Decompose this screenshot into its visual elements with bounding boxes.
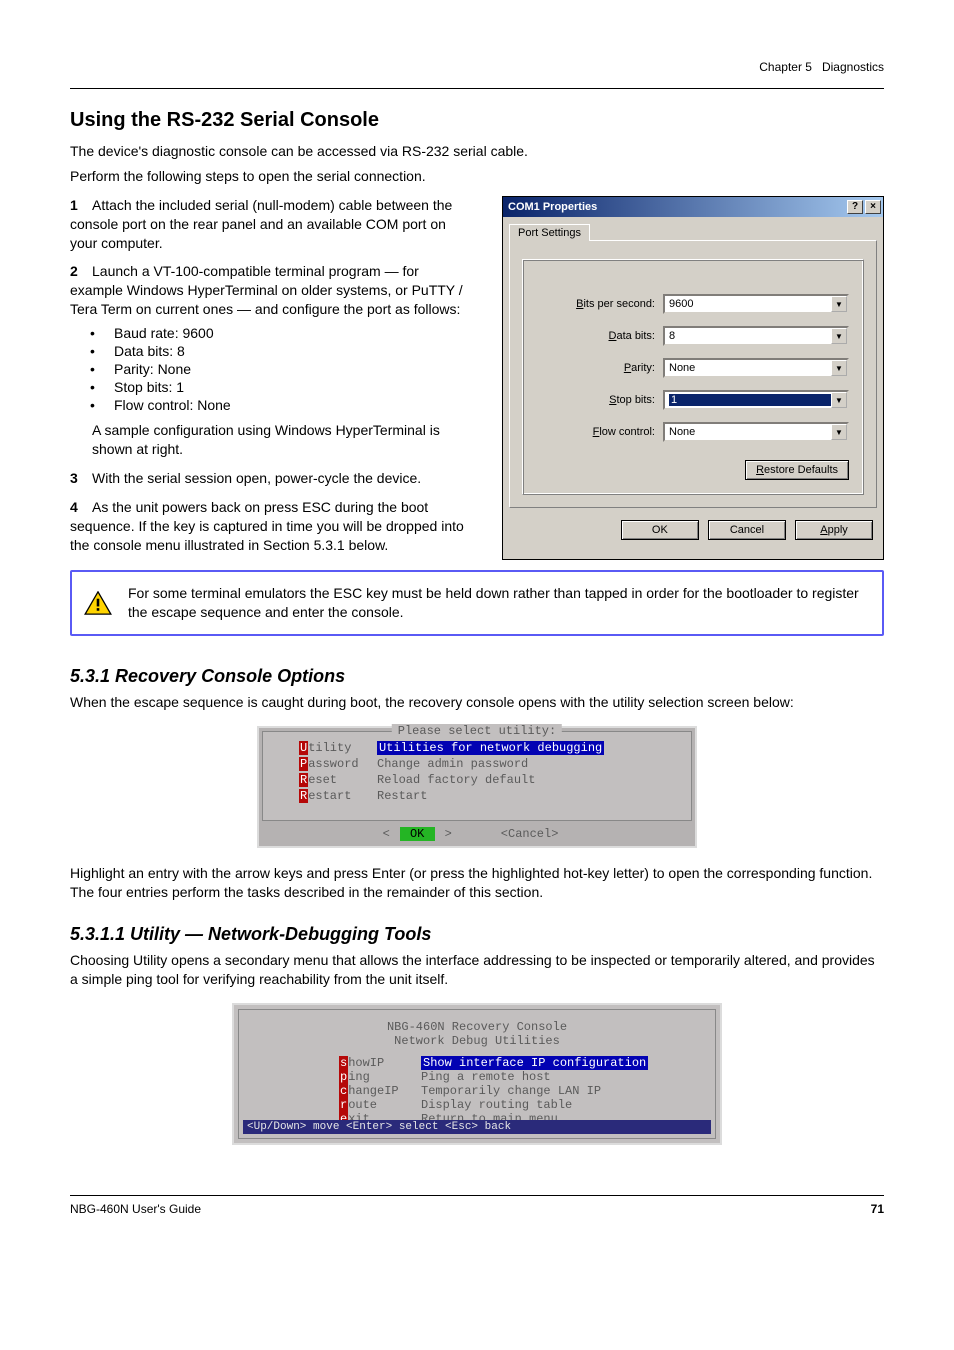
network-utility-screenshot: NBG-460N Recovery Console Network Debug … [232,1003,722,1145]
step-4: As the unit powers back on press ESC dur… [70,499,464,553]
chevron-down-icon[interactable]: ▼ [831,328,847,344]
term2-menu-item[interactable]: showIPShow interface IP configuration [339,1056,711,1070]
intro-2: Perform the following steps to open the … [70,167,884,186]
term-menu-item[interactable]: PasswordChange admin password [269,756,685,772]
apply-button[interactable]: Apply [795,520,873,540]
stopbits-label: Stop bits: [537,394,655,406]
databits-select[interactable]: 8 ▼ [663,326,849,346]
intro-1: The device's diagnostic console can be a… [70,142,884,161]
subsection-1-para: When the escape sequence is caught durin… [70,693,884,712]
chevron-down-icon[interactable]: ▼ [831,360,847,376]
chapter-label: Chapter 5 [759,60,812,74]
term2-title-1: NBG-460N Recovery Console [243,1020,711,1034]
chevron-down-icon[interactable]: ▼ [831,392,847,408]
com-properties-dialog: COM1 Properties ? × Port Settings Bits p… [502,196,884,561]
chapter-title: Diagnostics [822,60,884,74]
term-cancel-button[interactable]: <Cancel> [498,827,562,841]
chevron-down-icon[interactable]: ▼ [831,424,847,440]
baud-select[interactable]: 9600 ▼ [663,294,849,314]
databits-value: 8 [669,330,675,342]
parity-select[interactable]: None ▼ [663,358,849,378]
callout-text: For some terminal emulators the ESC key … [128,585,859,620]
dialog-title: COM1 Properties [508,201,845,213]
footer-left: NBG-460N User's Guide [70,1202,201,1216]
tab-port-settings[interactable]: Port Settings [509,224,590,241]
term2-title-2: Network Debug Utilities [243,1034,711,1048]
divider [70,88,884,89]
bullet-baud: Baud rate: 9600 [114,325,214,341]
after-term1-para: Highlight an entry with the arrow keys a… [70,864,884,902]
parity-value: None [669,362,695,374]
chevron-down-icon[interactable]: ▼ [831,296,847,312]
databits-label: Data bits: [537,330,655,342]
dialog-titlebar[interactable]: COM1 Properties ? × [503,197,883,217]
port-settings-group: Bits per second: 9600 ▼ Data bits: 8 ▼ P… [522,259,864,495]
cancel-button[interactable]: Cancel [708,520,786,540]
baud-label: Bits per second: [537,298,655,310]
step-1: Attach the included serial (null-modem) … [70,197,452,251]
flow-value: None [669,426,695,438]
term-menu-item[interactable]: RestartRestart [269,788,685,804]
stopbits-value: 1 [669,394,843,406]
subsection-2-title: 5.3.1.1 Utility — Network-Debugging Tool… [70,924,884,945]
ok-button[interactable]: OK [621,520,699,540]
subsection-2-para: Choosing Utility opens a secondary menu … [70,951,884,989]
term-menu-item[interactable]: UtilityUtilities for network debugging [269,740,685,756]
flow-label: Flow control: [537,426,655,438]
restore-defaults-button[interactable]: Restore Defaults [745,460,849,480]
bullet-parity: Parity: None [114,361,191,377]
subsection-1-title: 5.3.1 Recovery Console Options [70,666,884,687]
note-callout: For some terminal emulators the ESC key … [70,570,884,636]
section-title: Using the RS-232 Serial Console [70,109,884,132]
term-ok-button[interactable]: OK [400,827,435,841]
parity-label: Parity: [537,362,655,374]
term2-menu-item[interactable]: changeIPTemporarily change LAN IP [339,1084,711,1098]
bullet-databits: Data bits: 8 [114,343,185,359]
recovery-menu-screenshot: Please select utility: UtilityUtilities … [257,726,697,848]
flow-select[interactable]: None ▼ [663,422,849,442]
footer-page: 71 [871,1202,884,1216]
term2-status: <Up/Down> move <Enter> select <Esc> back [243,1120,711,1134]
stopbits-select[interactable]: 1 ▼ [663,390,849,410]
bullet-stopbits: Stop bits: 1 [114,379,184,395]
warning-icon [84,591,112,615]
help-icon[interactable]: ? [847,200,863,214]
term2-menu-item[interactable]: routeDisplay routing table [339,1098,711,1112]
bullet-flow: Flow control: None [114,397,231,413]
step-3: With the serial session open, power-cycl… [92,470,421,486]
term-menu-item[interactable]: ResetReload factory default [269,772,685,788]
baud-value: 9600 [669,298,693,310]
step-2: Launch a VT-100-compatible terminal prog… [70,263,463,317]
close-icon[interactable]: × [865,200,881,214]
step-2-note: A sample configuration using Windows Hyp… [92,421,474,459]
term-title: Please select utility: [392,724,562,738]
term2-menu-item[interactable]: pingPing a remote host [339,1070,711,1084]
